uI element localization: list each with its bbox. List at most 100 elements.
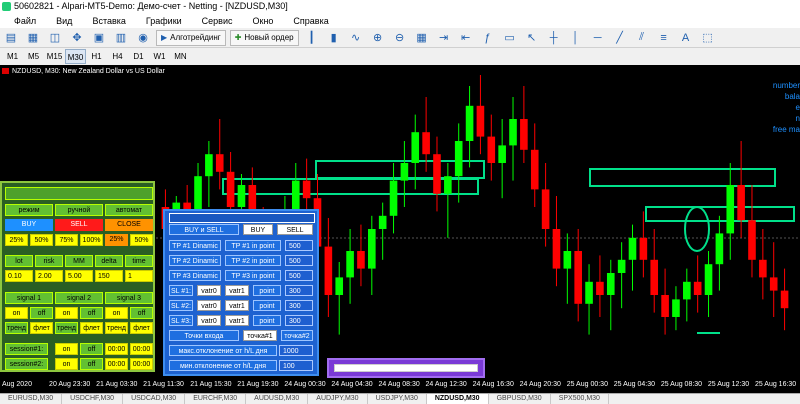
tab-gbpusd[interactable]: GBPUSD,M30 <box>489 394 551 404</box>
menu-charts[interactable]: Графики <box>146 16 182 26</box>
zoom-out-icon[interactable]: ⊖ <box>392 31 408 45</box>
sl3-vatr0-button[interactable]: vatr0 <box>197 315 221 326</box>
signal-2-trend[interactable]: тренд <box>55 322 78 334</box>
tp1-value-input[interactable]: 500 <box>285 240 313 251</box>
tab-nzdusd[interactable]: NZDUSD,M30 <box>426 394 489 404</box>
tf-m30[interactable]: M30 <box>65 49 86 64</box>
navigator-icon[interactable]: ▣ <box>91 31 107 45</box>
panel2-sell-button[interactable]: SELL <box>277 224 313 235</box>
menu-file[interactable]: Файл <box>14 16 36 26</box>
fibonacci-icon[interactable]: ≡ <box>656 31 672 45</box>
session-1-start[interactable]: 00:00 <box>105 343 128 355</box>
max-deviation-input[interactable]: 1000 <box>279 345 313 356</box>
purple-input-field[interactable] <box>334 364 478 372</box>
profiles-icon[interactable]: ▦ <box>25 31 41 45</box>
tf-h4[interactable]: H4 <box>107 49 128 64</box>
sl2-point-button[interactable]: point <box>253 300 281 311</box>
tf-d1[interactable]: D1 <box>128 49 149 64</box>
history-icon[interactable]: ◉ <box>135 31 151 45</box>
menu-insert[interactable]: Вставка <box>92 16 125 26</box>
signal-3-flat[interactable]: флет <box>130 322 153 334</box>
tab-eurchf[interactable]: EURCHF,M30 <box>185 394 247 404</box>
entry-point-2-button[interactable]: точка#2 <box>281 330 313 341</box>
pct-75[interactable]: 75% <box>55 234 78 246</box>
templates-icon[interactable]: ▭ <box>502 31 518 45</box>
pct-50-b[interactable]: 50% <box>130 234 153 246</box>
tab-audjpy[interactable]: AUDJPY,M30 <box>308 394 368 404</box>
sl1-value-input[interactable]: 300 <box>285 285 313 296</box>
session-2-off[interactable]: off <box>80 358 103 370</box>
channel-icon[interactable]: ⫽ <box>634 31 650 45</box>
zoom-in-icon[interactable]: ⊕ <box>370 31 386 45</box>
data-window-icon[interactable]: ✥ <box>69 31 85 45</box>
signal-1-off[interactable]: off <box>30 307 53 319</box>
text-icon[interactable]: A <box>678 31 694 45</box>
tp2-point-button[interactable]: TP #2 in point <box>225 255 281 266</box>
tab-usdcad[interactable]: USDCAD,M30 <box>123 394 186 404</box>
tp1-point-button[interactable]: TP #1 in point <box>225 240 281 251</box>
tp2-value-input[interactable]: 500 <box>285 255 313 266</box>
buy-and-sell-button[interactable]: BUY и SELL <box>169 224 239 235</box>
new-chart-icon[interactable]: ▤ <box>3 31 19 45</box>
tf-m1[interactable]: M1 <box>2 49 23 64</box>
session-1-off[interactable]: off <box>80 343 103 355</box>
tab-audusd[interactable]: AUDUSD,M30 <box>246 394 309 404</box>
tf-m15[interactable]: M15 <box>44 49 65 64</box>
menu-view[interactable]: Вид <box>56 16 72 26</box>
manual-mode-button[interactable]: ручной <box>55 204 103 216</box>
market-watch-icon[interactable]: ◫ <box>47 31 63 45</box>
entry-point-1-button[interactable]: точка#1 <box>243 330 277 341</box>
session-1-on[interactable]: on <box>55 343 78 355</box>
menu-window[interactable]: Окно <box>253 16 274 26</box>
tp3-value-input[interactable]: 500 <box>285 270 313 281</box>
line-chart-icon[interactable]: ∿ <box>348 31 364 45</box>
signal-3-on[interactable]: on <box>105 307 128 319</box>
tp3-point-button[interactable]: TP #3 in point <box>225 270 281 281</box>
sl3-value-input[interactable]: 300 <box>285 315 313 326</box>
session-2-start[interactable]: 00:00 <box>105 358 128 370</box>
algo-trading-button[interactable]: ▶ Алготрейдинг <box>156 29 226 46</box>
signal-3-off[interactable]: off <box>130 307 153 319</box>
crosshair-icon[interactable]: ┼ <box>546 31 562 45</box>
signal-2-on[interactable]: on <box>55 307 78 319</box>
signal-1-on[interactable]: on <box>5 307 28 319</box>
horizontal-line-icon[interactable]: ─ <box>590 31 606 45</box>
sell-button[interactable]: SELL <box>55 219 103 231</box>
buy-button[interactable]: BUY <box>5 219 53 231</box>
sl2-value-input[interactable]: 300 <box>285 300 313 311</box>
tp3-dynamic-button[interactable]: TP #3 Dinamic <box>169 270 221 281</box>
tab-spx500[interactable]: SPX500,M30 <box>551 394 609 404</box>
tile-windows-icon[interactable]: ▦ <box>414 31 430 45</box>
session-1-end[interactable]: 00:00 <box>130 343 153 355</box>
indicators-icon[interactable]: ƒ <box>480 31 496 45</box>
tp1-dynamic-button[interactable]: TP #1 Dinamic <box>169 240 221 251</box>
new-order-button[interactable]: ✚ Новый ордер <box>229 29 299 46</box>
sl3-vatr1-button[interactable]: vatr1 <box>225 315 249 326</box>
sl1-vatr1-button[interactable]: vatr1 <box>225 285 249 296</box>
signal-1-trend[interactable]: тренд <box>5 322 28 334</box>
close-button[interactable]: CLOSE <box>105 219 153 231</box>
tf-mn[interactable]: MN <box>170 49 191 64</box>
vertical-line-icon[interactable]: │ <box>568 31 584 45</box>
tab-eurusd[interactable]: EURUSD,M30 <box>0 394 63 404</box>
menu-tools[interactable]: Сервис <box>202 16 233 26</box>
tab-usdjpy[interactable]: USDJPY,M30 <box>368 394 427 404</box>
sl2-vatr0-button[interactable]: vatr0 <box>197 300 221 311</box>
pct-25-b[interactable]: 25% <box>105 234 128 246</box>
signal-1-flat[interactable]: флет <box>30 322 53 334</box>
sl2-vatr1-button[interactable]: vatr1 <box>225 300 249 311</box>
time-input[interactable]: 1 <box>125 270 153 282</box>
session-2-on[interactable]: on <box>55 358 78 370</box>
panel2-buy-button[interactable]: BUY <box>243 224 273 235</box>
tf-w1[interactable]: W1 <box>149 49 170 64</box>
pct-25-a[interactable]: 25% <box>5 234 28 246</box>
signal-2-flat[interactable]: флет <box>80 322 103 334</box>
candlestick-icon[interactable]: ▮ <box>326 31 342 45</box>
trendline-icon[interactable]: ╱ <box>612 31 628 45</box>
risk-input[interactable]: 2.00 <box>35 270 63 282</box>
sl1-point-button[interactable]: point <box>253 285 281 296</box>
signal-2-off[interactable]: off <box>80 307 103 319</box>
tp2-dynamic-button[interactable]: TP #2 Dinamic <box>169 255 221 266</box>
auto-mode-button[interactable]: автомат <box>105 204 153 216</box>
chart-shift-icon[interactable]: ⇤ <box>458 31 474 45</box>
